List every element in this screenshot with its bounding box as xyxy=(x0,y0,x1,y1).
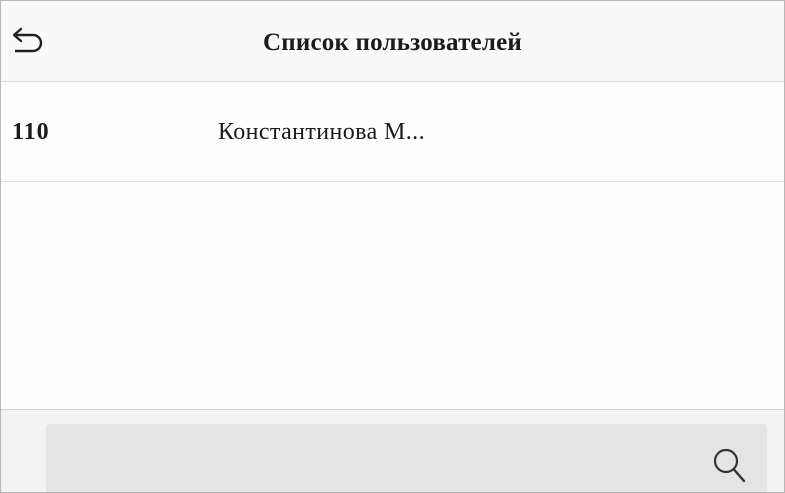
search-icon[interactable] xyxy=(711,446,747,484)
search-input[interactable] xyxy=(46,424,767,492)
user-list: 110 Константинова М... xyxy=(1,82,784,410)
user-row[interactable]: 110 Константинова М... xyxy=(1,82,784,182)
user-id: 110 xyxy=(12,119,50,145)
header-bar: Список пользователей xyxy=(1,1,784,82)
footer-bar xyxy=(1,410,784,492)
user-list-screen: Список пользователей 110 Константинова М… xyxy=(0,0,785,493)
user-name: Константинова М... xyxy=(218,119,425,145)
page-title: Список пользователей xyxy=(263,29,522,56)
